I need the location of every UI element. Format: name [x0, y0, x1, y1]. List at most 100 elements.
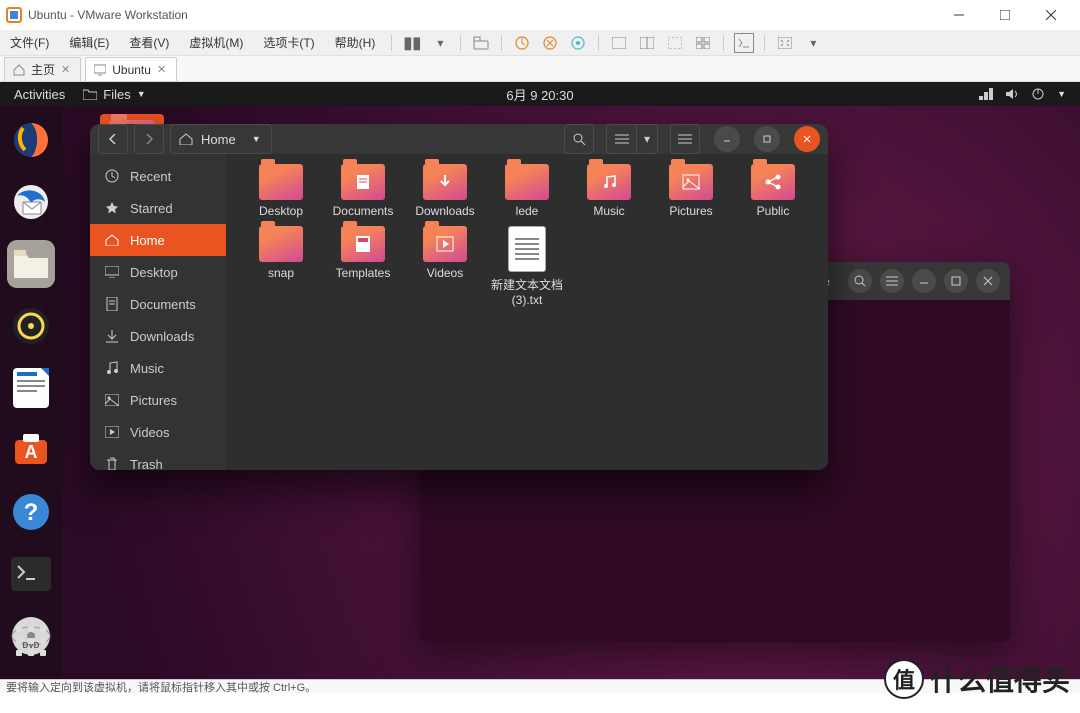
sidebar-item-starred[interactable]: Starred	[90, 192, 226, 224]
dock-apps-grid[interactable]	[7, 617, 55, 665]
volume-icon[interactable]	[1005, 87, 1019, 101]
sidebar-item-trash[interactable]: Trash	[90, 448, 226, 470]
file-item[interactable]: Videos	[404, 226, 486, 307]
tab-home-close-icon[interactable]: ✕	[61, 63, 70, 76]
bg-terminal-menu-button[interactable]	[880, 269, 904, 293]
tab-ubuntu[interactable]: Ubuntu ✕	[85, 57, 177, 81]
send-cad-icon[interactable]	[471, 33, 491, 53]
sidebar-item-label: Home	[130, 233, 165, 248]
sidebar-item-videos[interactable]: Videos	[90, 416, 226, 448]
dock-software[interactable]: A	[7, 426, 55, 474]
sidebar-item-pictures[interactable]: Pictures	[90, 384, 226, 416]
folder-icon	[751, 164, 795, 200]
dock-help[interactable]: ?	[7, 488, 55, 536]
file-item[interactable]: Templates	[322, 226, 404, 307]
dock-rhythmbox[interactable]	[7, 302, 55, 350]
tab-ubuntu-close-icon[interactable]: ✕	[157, 63, 166, 76]
file-item-label: lede	[516, 204, 539, 218]
view-caret-button[interactable]: ▾	[636, 124, 658, 154]
bg-terminal-search-button[interactable]	[848, 269, 872, 293]
sidebar-item-documents[interactable]: Documents	[90, 288, 226, 320]
music-icon	[104, 361, 120, 375]
host-close-button[interactable]	[1028, 0, 1074, 30]
dock-files[interactable]	[7, 240, 55, 288]
doc-icon	[104, 297, 120, 311]
file-item[interactable]: 新建文本文档 (3).txt	[486, 226, 568, 307]
bg-terminal-minimize-button[interactable]	[912, 269, 936, 293]
view-unity-icon[interactable]	[665, 33, 685, 53]
snapshot-take-icon[interactable]	[512, 33, 532, 53]
file-item[interactable]: Desktop	[240, 164, 322, 218]
files-minimize-button[interactable]	[714, 126, 740, 152]
watermark-badge-icon: 值	[884, 659, 924, 699]
nav-forward-button[interactable]	[134, 124, 164, 154]
view-split-icon[interactable]	[637, 33, 657, 53]
hamburger-menu-button[interactable]	[670, 124, 700, 154]
star-icon	[104, 201, 120, 215]
svg-text:?: ?	[24, 499, 39, 526]
dock-terminal[interactable]	[7, 550, 55, 598]
view-list-button[interactable]	[606, 124, 636, 154]
view-thumbnail-icon[interactable]	[693, 33, 713, 53]
files-titlebar: Home ▼ ▾	[90, 124, 828, 154]
file-item[interactable]: Pictures	[650, 164, 732, 218]
fullscreen-icon[interactable]	[775, 33, 795, 53]
bg-terminal-close-button[interactable]	[976, 269, 1000, 293]
file-item[interactable]: Music	[568, 164, 650, 218]
files-maximize-button[interactable]	[754, 126, 780, 152]
file-item[interactable]: Downloads	[404, 164, 486, 218]
file-item-label: Pictures	[669, 204, 712, 218]
host-maximize-button[interactable]	[982, 0, 1028, 30]
sidebar-item-label: Recent	[130, 169, 171, 184]
console-view-icon[interactable]	[734, 33, 754, 53]
clock-label[interactable]: 6月 9 20:30	[506, 85, 573, 104]
pause-icon[interactable]: ▮▮	[402, 33, 422, 53]
file-item[interactable]: snap	[240, 226, 322, 307]
power-menu-caret-icon[interactable]: ▾	[430, 33, 450, 53]
dock-firefox[interactable]	[7, 116, 55, 164]
dock-writer[interactable]	[7, 364, 55, 412]
files-content[interactable]: Desktop DocumentsDownloads lede Music Pictur…	[226, 154, 828, 470]
sidebar-item-recent[interactable]: Recent	[90, 160, 226, 192]
file-item-label: Templates	[336, 266, 391, 280]
sidebar-item-label: Videos	[130, 425, 170, 440]
file-item[interactable]: lede	[486, 164, 568, 218]
sidebar-item-desktop[interactable]: Desktop	[90, 256, 226, 288]
view-single-icon[interactable]	[609, 33, 629, 53]
sidebar-item-home[interactable]: Home	[90, 224, 226, 256]
menu-edit[interactable]: 编辑(E)	[63, 32, 115, 53]
bg-terminal-maximize-button[interactable]	[944, 269, 968, 293]
nav-back-button[interactable]	[98, 124, 128, 154]
menu-view[interactable]: 查看(V)	[123, 32, 175, 53]
chevron-down-icon[interactable]: ▼	[1057, 89, 1066, 99]
file-item-label: Desktop	[259, 204, 303, 218]
files-close-button[interactable]	[794, 126, 820, 152]
activities-button[interactable]: Activities	[14, 87, 65, 102]
menu-vm[interactable]: 虚拟机(M)	[183, 32, 249, 53]
topbar-app-indicator[interactable]: Files ▼	[83, 87, 145, 102]
host-minimize-button[interactable]	[936, 0, 982, 30]
vmware-menubar: 文件(F) 编辑(E) 查看(V) 虚拟机(M) 选项卡(T) 帮助(H) ▮▮…	[0, 30, 1080, 56]
file-item[interactable]: Public	[732, 164, 814, 218]
watermark-text: 什么值得买	[930, 659, 1070, 699]
vmware-app-icon	[6, 7, 22, 23]
chevron-down-icon[interactable]: ▼	[252, 134, 261, 144]
breadcrumb-home: Home	[201, 132, 236, 147]
snapshot-revert-icon[interactable]	[540, 33, 560, 53]
dock-thunderbird[interactable]	[7, 178, 55, 226]
search-button[interactable]	[564, 124, 594, 154]
fullscreen-caret-icon[interactable]: ▾	[803, 33, 823, 53]
network-icon[interactable]	[979, 87, 993, 101]
sidebar-item-downloads[interactable]: Downloads	[90, 320, 226, 352]
sidebar-item-music[interactable]: Music	[90, 352, 226, 384]
topbar-app-label: Files	[103, 87, 130, 102]
menu-help[interactable]: 帮助(H)	[329, 32, 382, 53]
power-icon[interactable]	[1031, 87, 1045, 101]
tab-home[interactable]: 主页 ✕	[4, 57, 81, 81]
menu-tabs[interactable]: 选项卡(T)	[257, 32, 320, 53]
chevron-down-icon: ▼	[137, 89, 146, 99]
snapshot-manager-icon[interactable]	[568, 33, 588, 53]
menu-file[interactable]: 文件(F)	[4, 32, 55, 53]
file-item[interactable]: Documents	[322, 164, 404, 218]
path-bar[interactable]: Home ▼	[170, 124, 272, 154]
